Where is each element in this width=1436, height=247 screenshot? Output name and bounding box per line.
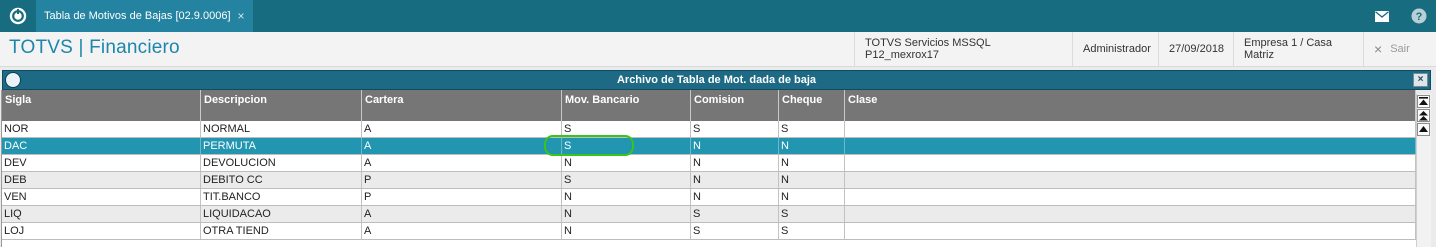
exit-button[interactable]: × Sair bbox=[1363, 32, 1436, 66]
cell-descripcion[interactable]: NORMAL bbox=[201, 121, 362, 137]
dialog-window: Archivo de Tabla de Mot. dada de baja × … bbox=[0, 67, 1436, 247]
table-row[interactable]: DEB DEBITO CC P S N N bbox=[2, 172, 1416, 189]
column-header-sigla[interactable]: Sigla bbox=[2, 90, 201, 121]
scroll-top-icon bbox=[1419, 97, 1428, 105]
cell-descripcion[interactable]: DEBITO CC bbox=[201, 172, 362, 188]
company-info: Empresa 1 / Casa Matriz bbox=[1233, 32, 1363, 66]
cell-mov-bancario[interactable]: S bbox=[562, 138, 691, 154]
grid-header: Sigla Descripcion Cartera Mov. Bancario … bbox=[2, 90, 1416, 121]
table-row[interactable]: VEN TIT.BANCO P N N N bbox=[2, 189, 1416, 206]
cell-cartera[interactable]: A bbox=[362, 223, 562, 239]
column-header-mov-bancario[interactable]: Mov. Bancario bbox=[562, 90, 691, 121]
cell-mov-bancario[interactable]: N bbox=[562, 206, 691, 222]
dialog-title: Archivo de Tabla de Mot. dada de baja bbox=[616, 74, 817, 86]
close-icon: × bbox=[1374, 41, 1383, 57]
user-info: Administrador bbox=[1072, 32, 1158, 66]
table-row[interactable]: LOJ OTRA TIEND A N S S bbox=[2, 223, 1416, 240]
cell-clase[interactable] bbox=[845, 172, 1416, 188]
app-logo-icon[interactable] bbox=[9, 7, 27, 25]
page-up-icon bbox=[1419, 110, 1428, 120]
cell-sigla[interactable]: VEN bbox=[2, 189, 201, 205]
server-info: TOTVS Servicios MSSQL P12_mexrox17 bbox=[854, 32, 1072, 66]
tab-motivos-bajas[interactable]: Tabla de Motivos de Bajas [02.9.0006] × bbox=[36, 0, 253, 32]
cell-cartera[interactable]: A bbox=[362, 155, 562, 171]
exit-label: Sair bbox=[1390, 43, 1410, 55]
cell-descripcion[interactable]: DEVOLUCION bbox=[201, 155, 362, 171]
tab-label: Tabla de Motivos de Bajas [02.9.0006] bbox=[44, 10, 231, 22]
cell-cartera[interactable]: A bbox=[362, 121, 562, 137]
cell-clase[interactable] bbox=[845, 223, 1416, 239]
date-info: 27/09/2018 bbox=[1158, 32, 1233, 66]
cell-clase[interactable] bbox=[845, 189, 1416, 205]
cell-comision[interactable]: N bbox=[691, 155, 779, 171]
cell-descripcion[interactable]: OTRA TIEND bbox=[201, 223, 362, 239]
cell-sigla[interactable]: DAC bbox=[2, 138, 201, 154]
cell-clase[interactable] bbox=[845, 121, 1416, 137]
app-title: TOTVS | Financiero bbox=[9, 37, 180, 58]
cell-descripcion[interactable]: LIQUIDACAO bbox=[201, 206, 362, 222]
cell-cheque[interactable]: S bbox=[779, 206, 845, 222]
cell-cheque[interactable]: S bbox=[779, 121, 845, 137]
cell-sigla[interactable]: LIQ bbox=[2, 206, 201, 222]
column-header-cheque[interactable]: Cheque bbox=[779, 90, 845, 121]
header-bar: TOTVS | Financiero TOTVS Servicios MSSQL… bbox=[0, 32, 1436, 67]
svg-text:?: ? bbox=[1416, 11, 1423, 23]
cell-comision[interactable]: S bbox=[691, 206, 779, 222]
tab-close-icon[interactable]: × bbox=[238, 9, 245, 23]
data-grid: Sigla Descripcion Cartera Mov. Bancario … bbox=[1, 90, 1416, 247]
cell-cheque[interactable]: S bbox=[779, 223, 845, 239]
cell-comision[interactable]: S bbox=[691, 223, 779, 239]
column-header-clase[interactable]: Clase bbox=[845, 90, 1416, 121]
vertical-scrollbar[interactable] bbox=[1416, 94, 1431, 247]
cell-sigla[interactable]: NOR bbox=[2, 121, 201, 137]
cell-cartera[interactable]: P bbox=[362, 172, 562, 188]
cell-cartera[interactable]: A bbox=[362, 138, 562, 154]
table-row[interactable]: NOR NORMAL A S S S bbox=[2, 121, 1416, 138]
cell-clase[interactable] bbox=[845, 206, 1416, 222]
cell-mov-bancario[interactable]: N bbox=[562, 155, 691, 171]
scroll-top-button[interactable] bbox=[1417, 95, 1430, 108]
cell-comision[interactable]: N bbox=[691, 172, 779, 188]
cell-cartera[interactable]: P bbox=[362, 189, 562, 205]
column-header-descripcion[interactable]: Descripcion bbox=[201, 90, 362, 121]
cell-clase[interactable] bbox=[845, 138, 1416, 154]
cell-mov-bancario[interactable]: N bbox=[562, 223, 691, 239]
cell-cheque[interactable]: N bbox=[779, 138, 845, 154]
cell-cheque[interactable]: N bbox=[779, 155, 845, 171]
dialog-title-bar: Archivo de Tabla de Mot. dada de baja × bbox=[2, 70, 1431, 90]
table-row[interactable]: DEV DEVOLUCION A N N N bbox=[2, 155, 1416, 172]
cell-clase[interactable] bbox=[845, 155, 1416, 171]
mail-icon[interactable] bbox=[1371, 6, 1393, 26]
cell-comision[interactable]: S bbox=[691, 121, 779, 137]
table-row[interactable]: DAC PERMUTA A S N N bbox=[2, 138, 1416, 155]
table-row[interactable]: LIQ LIQUIDACAO A N S S bbox=[2, 206, 1416, 223]
dialog-close-button[interactable]: × bbox=[1413, 73, 1428, 87]
column-header-cartera[interactable]: Cartera bbox=[362, 90, 562, 121]
arrow-up-icon bbox=[1419, 126, 1428, 132]
cell-descripcion[interactable]: TIT.BANCO bbox=[201, 189, 362, 205]
scroll-up-button[interactable] bbox=[1417, 123, 1430, 136]
cell-cheque[interactable]: N bbox=[779, 189, 845, 205]
cell-descripcion[interactable]: PERMUTA bbox=[201, 138, 362, 154]
cell-mov-bancario[interactable]: S bbox=[562, 121, 691, 137]
cell-comision[interactable]: N bbox=[691, 189, 779, 205]
help-icon[interactable]: ? bbox=[1408, 6, 1430, 26]
cell-sigla[interactable]: DEV bbox=[2, 155, 201, 171]
cell-cartera[interactable]: A bbox=[362, 206, 562, 222]
cell-mov-bancario[interactable]: N bbox=[562, 189, 691, 205]
scroll-page-up-button[interactable] bbox=[1417, 109, 1430, 122]
grid-body: NOR NORMAL A S S S DAC PERMUTA A S N N DEV DEVOLUCION… bbox=[2, 121, 1416, 240]
cell-sigla[interactable]: DEB bbox=[2, 172, 201, 188]
top-bar: Tabla de Motivos de Bajas [02.9.0006] × … bbox=[0, 0, 1436, 32]
cell-cheque[interactable]: N bbox=[779, 172, 845, 188]
cell-comision[interactable]: N bbox=[691, 138, 779, 154]
cell-mov-bancario[interactable]: S bbox=[562, 172, 691, 188]
cell-sigla[interactable]: LOJ bbox=[2, 223, 201, 239]
column-header-comision[interactable]: Comision bbox=[691, 90, 779, 121]
